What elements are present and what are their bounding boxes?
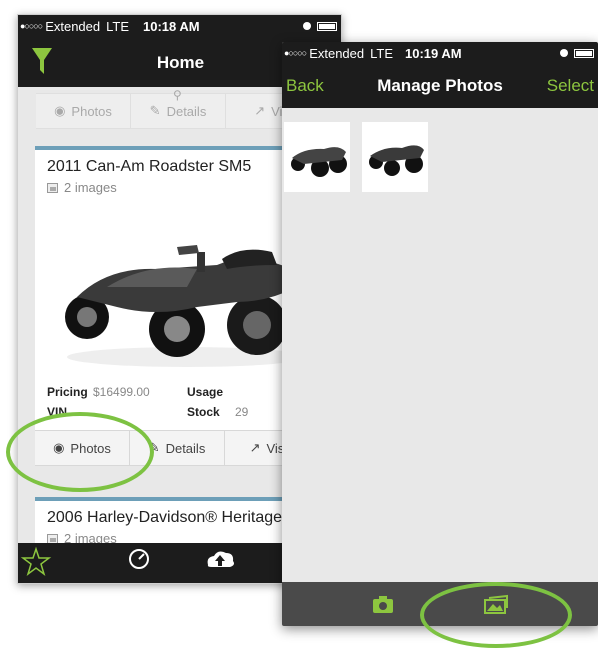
photos-button-label: Photos <box>70 440 111 456</box>
photos-action[interactable]: ◉ Photos <box>36 94 131 128</box>
tab-dashboard[interactable] <box>99 543 180 583</box>
tab-favorites[interactable] <box>18 543 99 583</box>
details-button[interactable]: ✎ Details <box>130 431 225 465</box>
details-button-label: Details <box>165 440 206 456</box>
vin-label: VIN <box>47 405 68 419</box>
alarm-icon <box>303 22 311 30</box>
details-action-label: Details <box>166 103 207 119</box>
network-type: LTE <box>370 45 394 61</box>
stock-label: Stock <box>187 405 220 419</box>
screenshot-stage: ●○○○○ Extended LTE 10:18 AM Home ◉ Photo… <box>0 0 598 653</box>
signal-strength: ●○○○○ <box>20 21 43 31</box>
camera-icon[interactable] <box>372 594 394 614</box>
edit-icon: ✎ <box>149 103 161 118</box>
select-button[interactable]: Select <box>547 76 594 96</box>
battery-icon <box>317 21 337 31</box>
star-icon <box>20 546 52 576</box>
status-time: 10:19 AM <box>405 45 462 61</box>
image-icon <box>47 533 58 544</box>
cloud-upload-icon <box>207 551 234 567</box>
image-count-label: 2 images <box>64 180 117 195</box>
edit-icon: ✎ <box>148 440 160 455</box>
photo-thumbnail[interactable] <box>362 122 428 192</box>
status-time: 10:18 AM <box>143 18 200 34</box>
status-bar: ●○○○○ Extended LTE 10:19 AM <box>282 42 598 64</box>
usage-label: Usage <box>187 385 224 399</box>
camera-icon: ◉ <box>53 440 65 455</box>
photos-button[interactable]: ◉ Photos <box>35 431 130 465</box>
photo-grid <box>284 122 428 192</box>
alarm-icon <box>560 49 568 57</box>
network-type: LTE <box>106 18 130 34</box>
roadster-thumbnail-image <box>291 147 347 177</box>
pricing-value: $16499.00 <box>93 385 150 399</box>
manage-nav-bar: Back Manage Photos Select <box>282 64 598 108</box>
details-action[interactable]: ✎ Details ⚲ <box>131 88 226 128</box>
tab-visibility[interactable] <box>180 543 261 583</box>
signal-strength: ●○○○○ <box>284 48 307 58</box>
pricing-label: Pricing <box>47 385 88 399</box>
battery-icon <box>574 48 594 58</box>
speedometer-icon <box>129 549 149 569</box>
manage-toolbar <box>282 582 598 626</box>
photos-action-label: Photos <box>71 103 112 119</box>
carrier-name: Extended <box>309 45 365 61</box>
status-icons <box>560 48 598 58</box>
photo-library-icon[interactable] <box>484 594 508 614</box>
roadster-thumbnail-image <box>369 145 424 176</box>
share-icon: ↗ <box>254 103 266 118</box>
manage-photos-screen: ●○○○○ Extended LTE 10:19 AM Back Manage … <box>282 42 598 626</box>
image-icon <box>47 182 58 193</box>
share-icon: ↗ <box>249 440 261 455</box>
camera-icon: ◉ <box>54 103 66 118</box>
search-icon: ⚲ <box>173 88 182 102</box>
status-icons <box>303 21 341 31</box>
status-bar: ●○○○○ Extended LTE 10:18 AM <box>18 15 341 37</box>
photo-thumbnail[interactable] <box>284 122 350 192</box>
stock-value: 29 <box>235 405 249 419</box>
carrier-name: Extended <box>45 18 101 34</box>
